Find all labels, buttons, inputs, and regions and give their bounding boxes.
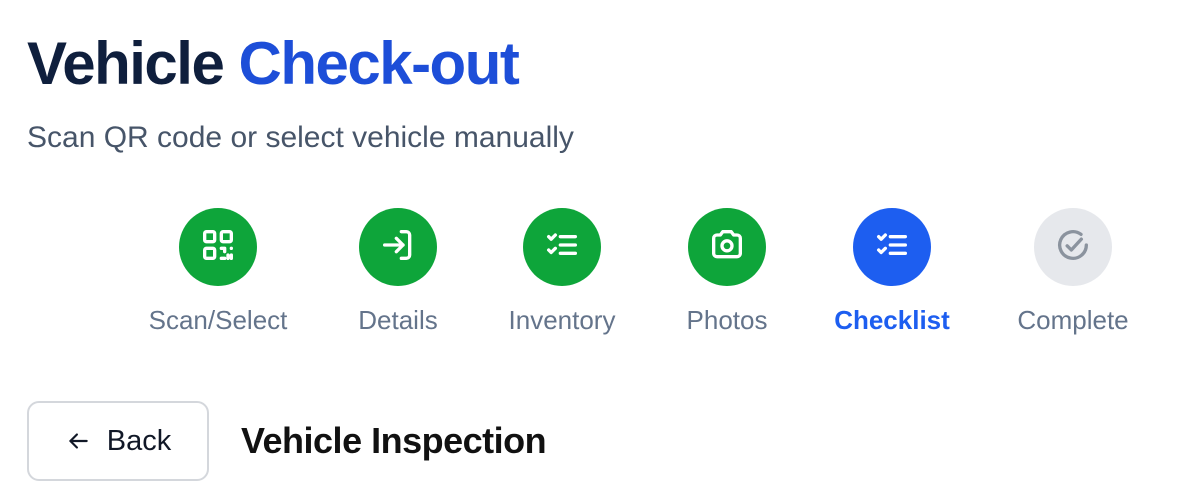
page-title-main: Vehicle <box>27 30 225 97</box>
step-label: Complete <box>1017 305 1129 335</box>
step-scan-select[interactable]: Scan/Select <box>118 208 318 336</box>
sign-in-icon <box>378 225 418 270</box>
step-label: Inventory <box>508 305 616 335</box>
step-label: Details <box>358 305 438 335</box>
section-heading: Vehicle Inspection <box>241 420 547 461</box>
checklist-icon <box>542 225 582 270</box>
step-label: Scan/Select <box>148 305 288 335</box>
check-circle-icon <box>1053 225 1093 270</box>
arrow-left-icon <box>65 428 91 454</box>
step-circle <box>523 208 601 286</box>
step-complete[interactable]: Complete <box>973 208 1173 336</box>
back-button-label: Back <box>106 424 172 457</box>
step-checklist[interactable]: Checklist <box>792 208 992 336</box>
back-button[interactable]: Back <box>27 401 209 481</box>
page-title: Vehicle Check-out <box>27 28 520 100</box>
camera-icon <box>707 225 747 270</box>
page-subtitle: Scan QR code or select vehicle manually <box>27 121 574 154</box>
qr-code-icon <box>198 225 238 270</box>
step-circle <box>853 208 931 286</box>
step-label: Checklist <box>834 305 950 335</box>
step-label: Photos <box>686 305 768 335</box>
step-circle <box>359 208 437 286</box>
page-title-accent: Check-out <box>238 30 519 97</box>
checklist-icon <box>872 225 912 270</box>
step-circle <box>1034 208 1112 286</box>
step-circle <box>179 208 257 286</box>
progress-stepper: Scan/Select Details Inventory Photos Che… <box>0 208 1200 348</box>
step-circle <box>688 208 766 286</box>
page: Vehicle Check-out Scan QR code or select… <box>0 0 1200 492</box>
